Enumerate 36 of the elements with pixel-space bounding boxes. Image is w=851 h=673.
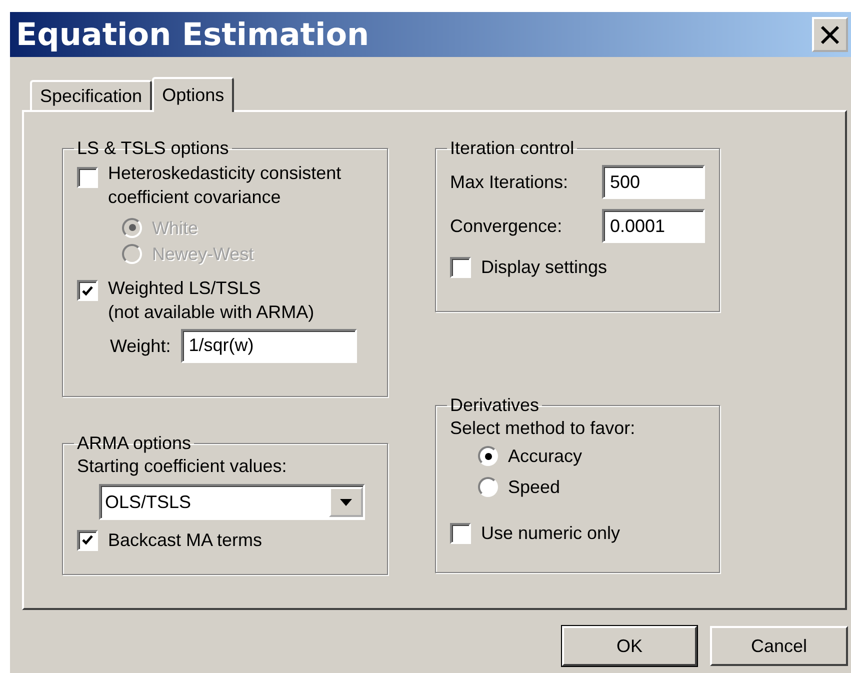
dropdown[interactable]: OLS/TSLS <box>99 484 365 520</box>
input-field[interactable]: 0.0001 <box>602 209 705 243</box>
window-title: Equation Estimation <box>16 16 370 52</box>
radio-button[interactable] <box>478 446 498 466</box>
group-title: ARMA options <box>76 433 192 454</box>
checkbox-label: Heteroskedasticity consistent coefficient covariance <box>108 162 342 210</box>
group-title: LS & TSLS options <box>76 138 230 159</box>
prompt-text: Select method to favor: <box>450 417 636 440</box>
check-icon <box>82 535 93 546</box>
input-field[interactable]: 500 <box>602 165 705 199</box>
checkbox-label: Display settings <box>481 256 608 279</box>
field-label: Starting coefficient values: <box>77 455 288 478</box>
checkbox-label: Backcast MA terms <box>108 529 262 552</box>
checkbox[interactable] <box>77 167 98 188</box>
check-icon <box>82 286 93 296</box>
group-title: Derivatives <box>449 395 540 416</box>
radio-button[interactable] <box>478 476 498 497</box>
field-label: Max Iterations: <box>450 170 568 194</box>
radio-label: Speed <box>508 476 560 499</box>
radio-label: Accuracy <box>508 445 582 468</box>
close-button[interactable] <box>812 17 848 52</box>
checkbox[interactable] <box>450 522 471 544</box>
checkbox[interactable] <box>77 280 98 302</box>
field-label: Weight: <box>110 334 171 358</box>
cancel-button[interactable]: Cancel <box>710 626 848 666</box>
input-field[interactable]: 1/sqr(w) <box>180 328 357 363</box>
ok-button[interactable]: OK <box>562 626 697 666</box>
checkbox-label: Use numeric only <box>481 522 620 545</box>
group-title: Iteration control <box>449 138 576 159</box>
close-icon <box>820 24 840 44</box>
checkbox[interactable] <box>77 530 98 551</box>
field-label: Convergence: <box>450 214 562 238</box>
tab[interactable]: Options <box>152 77 234 112</box>
tab[interactable]: Specification <box>30 80 152 110</box>
checkbox-label: Weighted LS/TSLS (not available with ARMA) <box>108 277 314 324</box>
checkbox[interactable] <box>450 256 471 278</box>
